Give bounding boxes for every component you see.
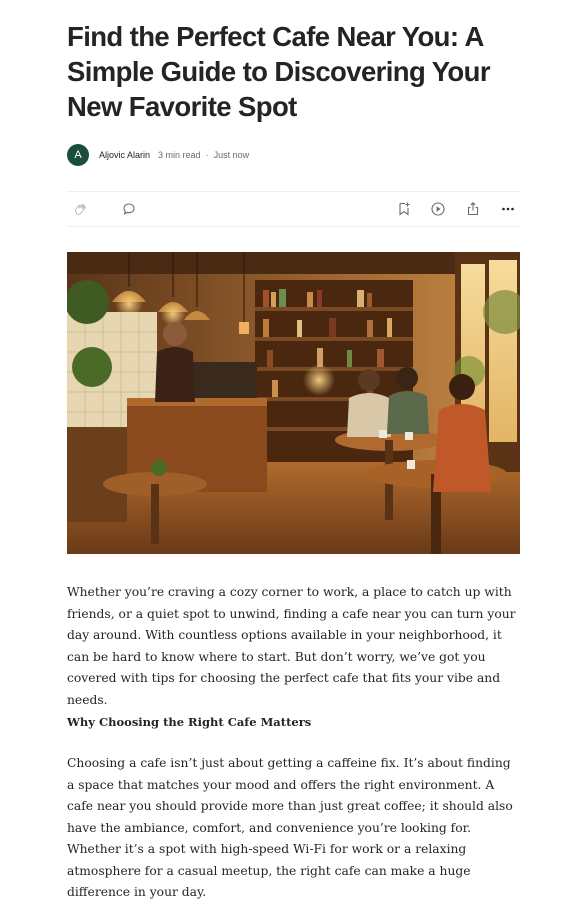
author-name[interactable]: Aljovic Alarin	[99, 150, 150, 160]
paragraph-why: Choosing a cafe isn’t just about getting…	[67, 756, 513, 899]
publish-date: Just now	[213, 150, 250, 160]
share-icon[interactable]	[465, 201, 481, 217]
byline: A Aljovic Alarin 3 min read · Just now	[67, 143, 249, 167]
article-title: Find the Perfect Cafe Near You: A Simple…	[67, 21, 491, 122]
play-icon[interactable]	[430, 201, 446, 217]
bookmark-add-icon[interactable]	[396, 201, 412, 217]
comment-icon[interactable]	[121, 201, 137, 217]
paragraph-intro: Whether you’re craving a cozy corner to …	[67, 585, 516, 707]
action-bar	[67, 191, 520, 227]
clap-icon[interactable]	[73, 201, 89, 217]
article: Find the Perfect Cafe Near You: A Simple…	[67, 0, 520, 899]
read-time: 3 min read	[158, 150, 201, 160]
more-icon[interactable]	[500, 201, 516, 217]
byline-separator: ·	[205, 150, 209, 160]
hero-image	[67, 252, 520, 554]
section-heading: Why Choosing the Right Cafe Matters	[67, 715, 312, 729]
author-avatar[interactable]: A	[67, 144, 89, 166]
